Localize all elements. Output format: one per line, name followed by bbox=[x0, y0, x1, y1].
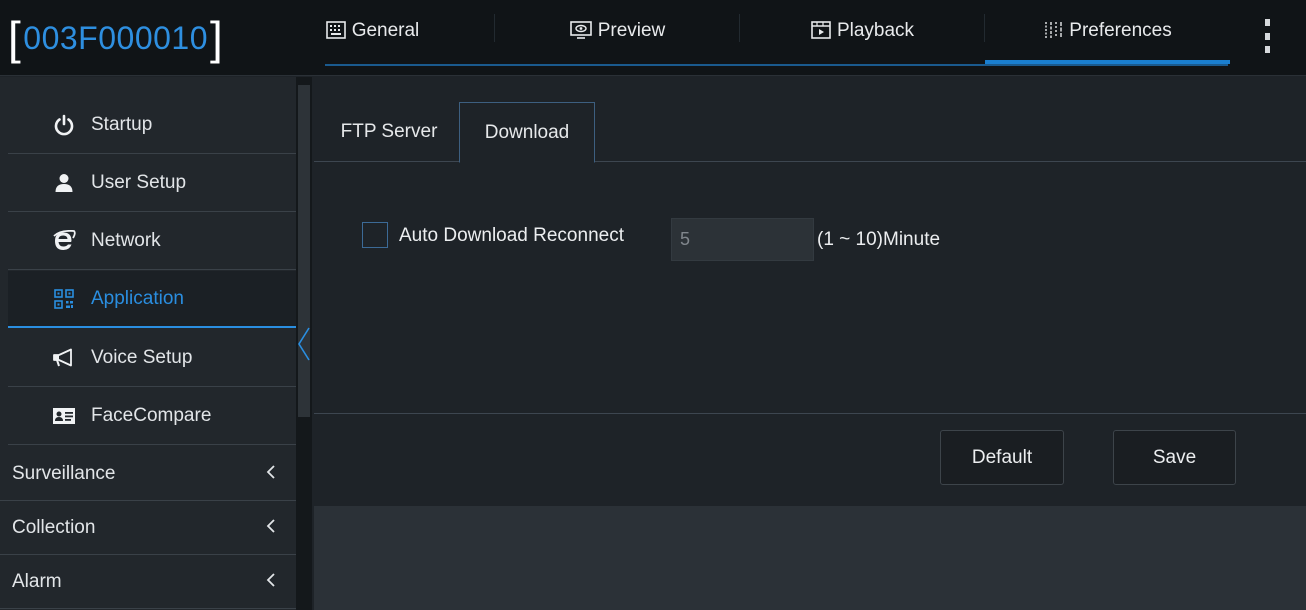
more-menu-icon[interactable] bbox=[1258, 19, 1276, 53]
sidebar-item-facecompare[interactable]: FaceCompare bbox=[8, 388, 296, 445]
category-label: Surveillance bbox=[12, 462, 116, 484]
save-button[interactable]: Save bbox=[1113, 430, 1236, 485]
sidebar-item-network[interactable]: Network bbox=[8, 213, 296, 270]
sliders-icon bbox=[1043, 21, 1063, 39]
keyboard-icon bbox=[325, 21, 346, 39]
sidebar-item-label: Application bbox=[91, 287, 184, 309]
tab-download-label: Download bbox=[484, 121, 570, 143]
monitor-icon bbox=[569, 21, 592, 39]
internet-explorer-icon bbox=[52, 229, 76, 253]
top-bar: [003F000010] General Preview Playback Pr… bbox=[0, 0, 1306, 76]
film-icon bbox=[811, 21, 831, 39]
tab-preview[interactable]: Preview bbox=[495, 0, 740, 64]
auto-download-reconnect-checkbox[interactable] bbox=[362, 222, 388, 248]
tab-general[interactable]: General bbox=[250, 0, 495, 64]
tab-preview-label: Preview bbox=[597, 20, 666, 41]
sidebar-item-label: Startup bbox=[91, 114, 153, 135]
sidebar-category-collection[interactable]: Collection bbox=[0, 501, 296, 555]
tab-ftp-server-label: FTP Server bbox=[340, 121, 438, 142]
tab-general-label: General bbox=[351, 20, 420, 41]
power-icon bbox=[52, 113, 76, 137]
sub-tabs: FTP Server Download bbox=[314, 84, 1306, 163]
megaphone-icon bbox=[52, 346, 76, 370]
sidebar-item-startup[interactable]: Startup bbox=[8, 97, 296, 154]
bracket-left: [ bbox=[8, 12, 22, 64]
category-label: Alarm bbox=[12, 570, 62, 592]
scrollbar-thumb[interactable] bbox=[298, 85, 310, 417]
category-label: Collection bbox=[12, 516, 96, 538]
collapse-sidebar-icon[interactable] bbox=[296, 326, 316, 362]
sidebar-item-application[interactable]: Application bbox=[8, 271, 296, 328]
divider bbox=[314, 413, 1306, 414]
id-card-icon bbox=[52, 404, 76, 428]
bracket-right: ] bbox=[210, 12, 224, 64]
sidebar-item-label: User Setup bbox=[91, 172, 187, 193]
main-panel-footer bbox=[314, 506, 1306, 610]
tab-preferences[interactable]: Preferences bbox=[985, 0, 1230, 64]
tabs-underline bbox=[325, 64, 1228, 66]
qr-code-icon bbox=[52, 287, 76, 311]
tab-download[interactable]: Download bbox=[459, 102, 595, 163]
device-id-text: 003F000010 bbox=[23, 19, 208, 56]
sidebar: Startup User Setup Network Application V… bbox=[0, 77, 296, 610]
sidebar-category-surveillance[interactable]: Surveillance bbox=[0, 447, 296, 501]
default-button[interactable]: Default bbox=[940, 430, 1064, 485]
sidebar-item-user-setup[interactable]: User Setup bbox=[8, 155, 296, 212]
auto-download-reconnect-label: Auto Download Reconnect bbox=[399, 225, 624, 246]
sidebar-item-label: FaceCompare bbox=[91, 405, 212, 426]
tab-preferences-label: Preferences bbox=[1069, 20, 1172, 41]
user-icon bbox=[52, 171, 76, 195]
sidebar-item-label: Voice Setup bbox=[91, 347, 193, 368]
chevron-left-icon bbox=[266, 571, 276, 593]
tab-ftp-server[interactable]: FTP Server bbox=[324, 102, 454, 162]
reconnect-minutes-input[interactable] bbox=[671, 218, 814, 261]
sidebar-item-voice-setup[interactable]: Voice Setup bbox=[8, 330, 296, 387]
device-id: [003F000010] bbox=[8, 10, 223, 66]
main-tabs: General Preview Playback Preferences bbox=[250, 0, 1230, 66]
chevron-left-icon bbox=[266, 517, 276, 539]
sidebar-item-label: Network bbox=[91, 230, 161, 251]
chevron-left-icon bbox=[266, 463, 276, 485]
reconnect-range-label: (1 ~ 10)Minute bbox=[817, 229, 941, 250]
tab-playback[interactable]: Playback bbox=[740, 0, 985, 64]
sidebar-category-alarm[interactable]: Alarm bbox=[0, 555, 296, 609]
tab-playback-label: Playback bbox=[836, 20, 915, 41]
